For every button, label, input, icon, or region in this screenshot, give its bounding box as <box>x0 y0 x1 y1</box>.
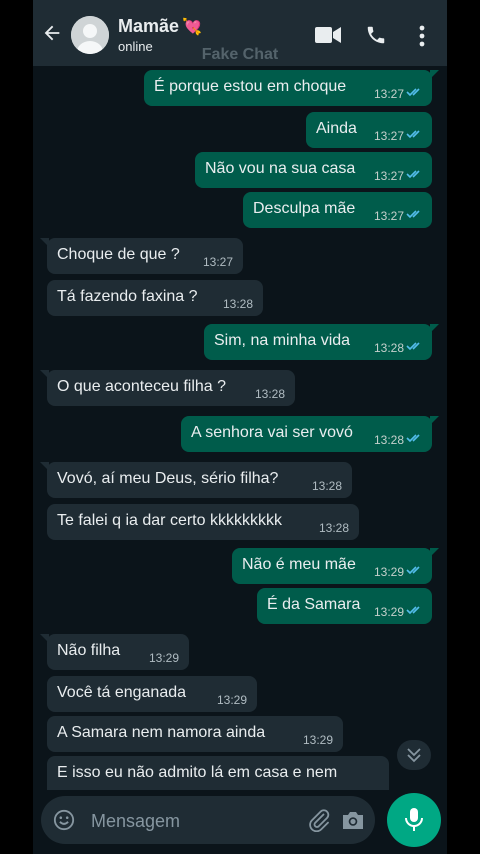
message-time: 13:29 <box>216 693 247 707</box>
message-text: Desculpa mãe <box>253 200 356 217</box>
heart-emoji: 💘 <box>182 19 202 36</box>
message-time: 13:29 <box>373 605 404 619</box>
more-options-icon[interactable] <box>419 25 425 47</box>
message-text: O que aconteceu filha ? <box>57 378 227 395</box>
scroll-to-bottom-button[interactable] <box>397 740 431 770</box>
message-time: 13:27 <box>373 169 404 183</box>
contact-name[interactable]: Mamãe 💘 <box>118 16 202 37</box>
message-text: Não filha <box>57 642 121 659</box>
message-time: 13:28 <box>318 521 349 535</box>
message-bubble[interactable]: Te falei q ia dar certo kkkkkkkkk 13:28 <box>47 504 359 540</box>
message-time: 13:28 <box>311 479 342 493</box>
message-text: Choque de que ? <box>57 246 180 263</box>
message-bubble[interactable]: O que aconteceu filha ? 13:28 <box>40 370 295 406</box>
double-chevron-down-icon <box>407 748 421 763</box>
read-ticks-icon <box>406 566 420 575</box>
composer-bar <box>33 790 447 854</box>
message-time: 13:28 <box>373 433 404 447</box>
message-bubble[interactable]: Vovó, aí meu Deus, sério filha? 13:28 <box>40 462 352 498</box>
mic-button[interactable] <box>387 793 441 847</box>
watermark: Fake Chat <box>201 46 279 63</box>
message-bubble[interactable]: Não filha 13:29 <box>40 634 189 670</box>
message-text: A Samara nem namora ainda <box>57 724 266 741</box>
message-text: É porque estou em choque <box>154 78 347 95</box>
mic-icon <box>405 808 423 831</box>
video-call-icon[interactable] <box>315 26 341 44</box>
message-text: A senhora vai ser vovó <box>191 424 353 441</box>
chat-screen: Mamãe 💘 online Fake Chat É porque estou e… <box>33 0 447 854</box>
read-ticks-icon <box>406 130 420 139</box>
message-bubble[interactable]: Você tá enganada 13:29 <box>47 676 257 712</box>
message-bubble[interactable]: A senhora vai ser vovó 13:28 <box>181 416 439 452</box>
message-input[interactable] <box>89 806 263 836</box>
message-time: 13:28 <box>222 297 253 311</box>
message-input-box[interactable] <box>41 796 375 844</box>
message-list[interactable]: É porque estou em choque 13:27 Ainda 13:… <box>33 66 447 790</box>
emoji-icon[interactable] <box>53 809 75 831</box>
message-time: 13:27 <box>373 209 404 223</box>
message-bubble[interactable]: A Samara nem namora ainda 13:29 <box>47 716 343 752</box>
message-text: É da Samara <box>267 596 361 613</box>
message-time: 13:28 <box>373 341 404 355</box>
message-bubble[interactable]: Não é meu mãe 13:29 <box>232 548 439 584</box>
read-ticks-icon <box>406 342 420 351</box>
message-bubble[interactable]: É porque estou em choque 13:27 <box>144 70 439 106</box>
message-text: Você tá enganada <box>57 684 187 701</box>
phone-icon[interactable] <box>365 24 387 46</box>
message-text: Vovó, aí meu Deus, sério filha? <box>57 470 279 487</box>
message-time: 13:29 <box>302 733 333 747</box>
message-time: 13:29 <box>373 565 404 579</box>
message-text: Sim, na minha vida <box>214 332 351 349</box>
message-time: 13:27 <box>202 255 233 269</box>
message-text: Te falei q ia dar certo kkkkkkkkk <box>57 512 282 529</box>
message-text: Não vou na sua casa <box>205 160 356 177</box>
message-text: Não é meu mãe <box>242 556 356 573</box>
message-bubble[interactable]: Choque de que ? 13:27 <box>40 238 243 274</box>
message-time: 13:29 <box>148 651 179 665</box>
message-bubble[interactable]: Não vou na sua casa 13:27 <box>195 152 432 188</box>
message-time: 13:27 <box>373 87 404 101</box>
message-bubble[interactable]: Tá fazendo faxina ? 13:28 <box>47 280 263 316</box>
read-ticks-icon <box>406 606 420 615</box>
message-time: 13:28 <box>254 387 285 401</box>
message-bubble[interactable]: Ainda 13:27 <box>306 112 432 148</box>
read-ticks-icon <box>406 88 420 97</box>
message-text: Tá fazendo faxina ? <box>57 288 198 305</box>
message-text: Ainda <box>316 120 357 137</box>
read-ticks-icon <box>406 210 420 219</box>
message-bubble[interactable]: Desculpa mãe 13:27 <box>243 192 432 228</box>
message-time: 13:27 <box>373 129 404 143</box>
read-ticks-icon <box>406 434 420 443</box>
camera-icon[interactable] <box>341 809 365 831</box>
back-arrow-icon[interactable] <box>41 22 63 44</box>
message-bubble[interactable]: E isso eu não admito lá em casa e nem <box>47 756 389 790</box>
read-ticks-icon <box>406 170 420 179</box>
message-bubble[interactable]: Sim, na minha vida 13:28 <box>204 324 439 360</box>
message-text: E isso eu não admito lá em casa e nem <box>57 764 338 781</box>
contact-name-text: Mamãe <box>118 16 180 36</box>
attach-icon[interactable] <box>307 808 331 832</box>
message-bubble[interactable]: É da Samara 13:29 <box>257 588 432 624</box>
